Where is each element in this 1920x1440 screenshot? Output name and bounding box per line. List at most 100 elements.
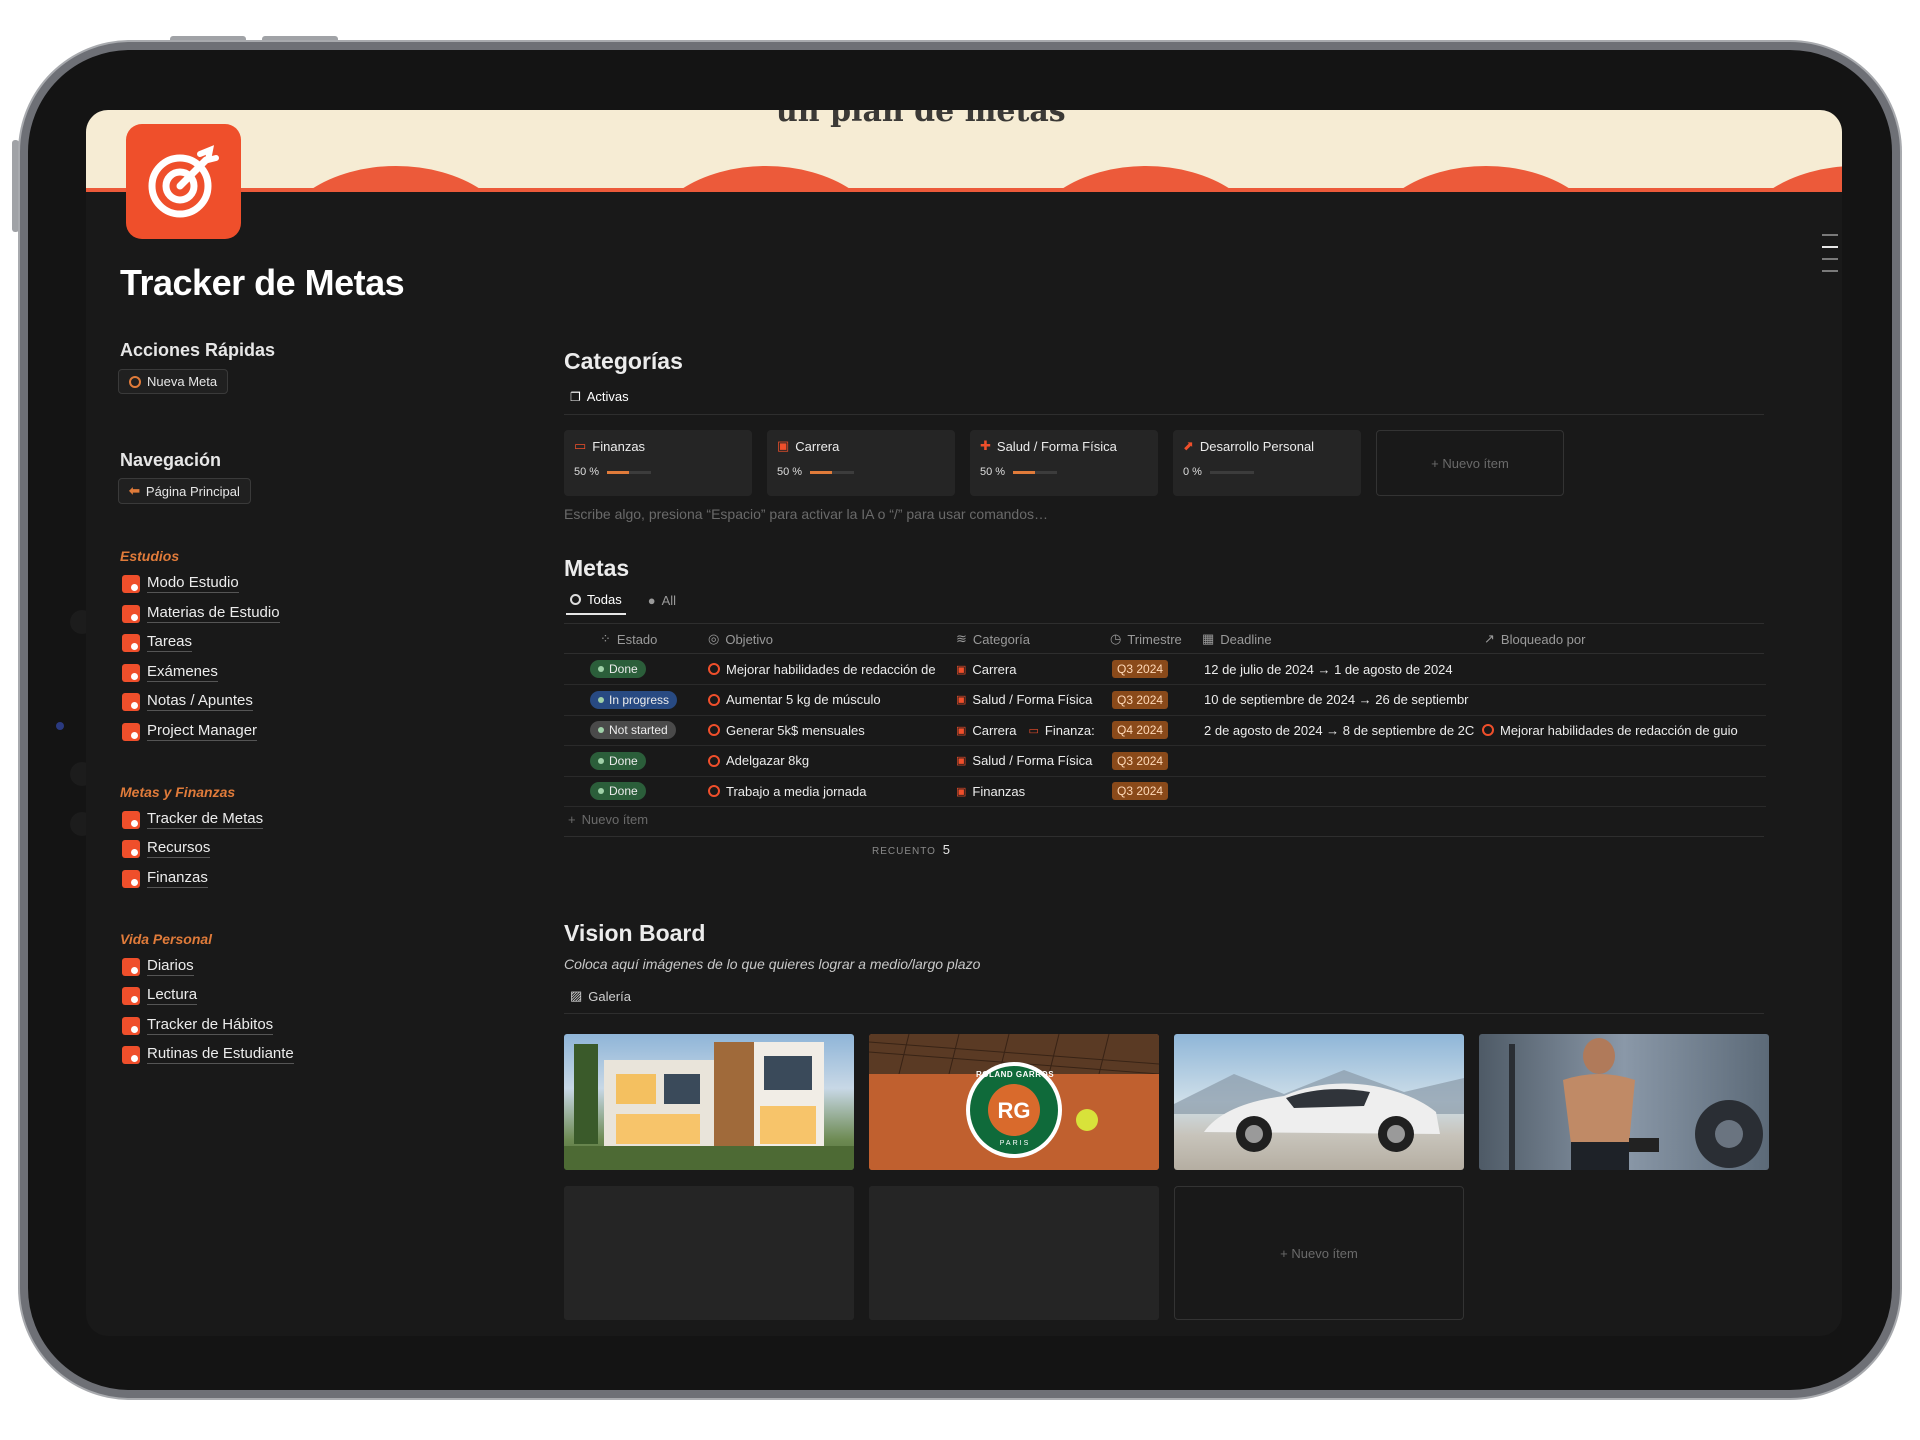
- status-cell[interactable]: In progress: [590, 685, 690, 715]
- page-icon: [122, 839, 140, 858]
- view-label: Todas: [587, 592, 622, 607]
- category-icon: ▣: [956, 694, 967, 706]
- column-header-deadline[interactable]: ▦ Deadline: [1202, 631, 1272, 647]
- view-tab-todas[interactable]: Todas: [566, 586, 626, 615]
- new-gallery-item-button[interactable]: + Nuevo ítem: [1174, 1186, 1464, 1320]
- blocked-by-cell[interactable]: [1482, 746, 1766, 776]
- nav-item-examenes[interactable]: Exámenes: [122, 663, 218, 682]
- wallet-icon: ▭: [1028, 724, 1039, 737]
- blocked-by-cell[interactable]: [1482, 776, 1766, 806]
- count-summary[interactable]: RECUENTO 5: [872, 842, 950, 857]
- plus-icon: +: [568, 812, 576, 827]
- status-cell[interactable]: Done: [590, 776, 690, 806]
- target-icon: [570, 594, 581, 605]
- nav-item-tracker-metas[interactable]: Tracker de Metas: [122, 810, 264, 829]
- table-row[interactable]: Done Adelgazar 8kg ▣ Salud / Forma Física Q3…: [564, 746, 1766, 777]
- target-logo-icon[interactable]: [126, 124, 241, 239]
- nav-item-habitos[interactable]: Tracker de Hábitos: [122, 1016, 274, 1035]
- category-card-salud[interactable]: ✚ Salud / Forma Física 50 %: [970, 430, 1158, 496]
- status-cell[interactable]: Not started: [590, 715, 690, 745]
- deadline-cell[interactable]: 12 de julio de 2024 → 1 de agosto de 202…: [1204, 654, 1478, 684]
- editor-hint[interactable]: Escribe algo, presiona “Espacio” para ac…: [564, 506, 1048, 522]
- deadline-cell[interactable]: 2 de agosto de 2024 → 8 de septiembre de…: [1204, 715, 1478, 745]
- fitness-image: [1509, 1038, 1763, 1170]
- column-header-objetivo[interactable]: ◎ Objetivo: [708, 631, 773, 647]
- nav-item-project-manager[interactable]: Project Manager: [122, 722, 258, 741]
- deadline-cell[interactable]: 10 de septiembre de 2024 → 26 de septiem…: [1204, 685, 1478, 715]
- blocked-by-cell[interactable]: [1482, 685, 1766, 715]
- quarter-cell[interactable]: Q4 2024: [1112, 715, 1192, 745]
- toc-line[interactable]: [1822, 234, 1838, 236]
- category-cell[interactable]: ▣ Carrera ▭ Finanza:: [956, 715, 1106, 745]
- category-icon: ▣: [956, 785, 967, 798]
- quarter-cell[interactable]: Q3 2024: [1112, 685, 1192, 715]
- category-cell[interactable]: ▣ Finanzas: [956, 776, 1106, 806]
- gallery-card-house[interactable]: [564, 1034, 854, 1170]
- toc-line[interactable]: [1822, 270, 1838, 272]
- blocked-by-cell[interactable]: Mejorar habilidades de redacción de guio: [1482, 715, 1766, 745]
- table-row[interactable]: Done Trabajo a media jornada ▣ Finanzas Q3 2…: [564, 776, 1766, 807]
- column-header-estado[interactable]: ⁘ Estado: [600, 631, 657, 647]
- quarter-cell[interactable]: Q3 2024: [1112, 654, 1192, 684]
- nav-item-diarios[interactable]: Diarios: [122, 957, 194, 976]
- new-category-button[interactable]: + Nuevo ítem: [1376, 430, 1564, 496]
- table-row[interactable]: Not started Generar 5k$ mensuales ▣ Carrera…: [564, 715, 1766, 746]
- nav-item-tareas[interactable]: Tareas: [122, 633, 193, 652]
- categorias-heading: Categorías: [564, 348, 683, 374]
- nav-item-lectura[interactable]: Lectura: [122, 986, 198, 1005]
- view-tab-galeria[interactable]: ▨ Galería: [566, 982, 635, 1010]
- navigation-heading: Navegación: [120, 450, 222, 470]
- gallery-card-fitness[interactable]: [1479, 1034, 1769, 1170]
- deadline-cell[interactable]: [1204, 746, 1478, 776]
- new-goal-button[interactable]: Nueva Meta: [118, 369, 229, 394]
- quarter-cell[interactable]: Q3 2024: [1112, 746, 1192, 776]
- category-card-finanzas[interactable]: ▭ Finanzas 50 %: [564, 430, 752, 496]
- objective-cell[interactable]: Aumentar 5 kg de músculo: [708, 685, 944, 715]
- deadline-label: 10 de septiembre de 2024 → 26 de septiem…: [1204, 692, 1469, 707]
- blocked-by-cell[interactable]: [1482, 654, 1766, 684]
- status-cell[interactable]: Done: [590, 746, 690, 776]
- cards-icon: ❐: [570, 389, 581, 404]
- column-header-trimestre[interactable]: ◷ Trimestre: [1110, 631, 1182, 647]
- category-icon: ▣: [956, 724, 967, 737]
- nav-item-notas[interactable]: Notas / Apuntes: [122, 692, 253, 711]
- toc-line[interactable]: [1822, 258, 1838, 260]
- objective-cell[interactable]: Generar 5k$ mensuales: [708, 715, 944, 745]
- table-row[interactable]: In progress Aumentar 5 kg de músculo ▣ Salu…: [564, 685, 1766, 716]
- nav-item-materias[interactable]: Materias de Estudio: [122, 604, 280, 623]
- deadline-cell[interactable]: [1204, 776, 1478, 806]
- status-badge: Done: [590, 782, 646, 800]
- view-tab-activas[interactable]: ❐ Activas: [566, 383, 633, 410]
- divider: [564, 1013, 1764, 1014]
- home-page-button[interactable]: ⬅ Página Principal: [118, 478, 251, 504]
- nav-item-modo-estudio[interactable]: Modo Estudio: [122, 574, 239, 593]
- category-card-carrera[interactable]: ▣ Carrera 50 %: [767, 430, 955, 496]
- category-cell[interactable]: ▣ Carrera: [956, 654, 1106, 684]
- toc-line[interactable]: [1822, 246, 1838, 248]
- view-tab-all[interactable]: ● All: [644, 587, 680, 614]
- table-row[interactable]: Done Mejorar habilidades de redacción de ▣…: [564, 654, 1766, 685]
- category-card-desarrollo[interactable]: ⬈ Desarrollo Personal 0 %: [1173, 430, 1361, 496]
- gallery-card-empty[interactable]: [564, 1186, 854, 1320]
- gallery-card-empty[interactable]: [869, 1186, 1159, 1320]
- nav-item-rutinas[interactable]: Rutinas de Estudiante: [122, 1045, 294, 1064]
- objective-cell[interactable]: Adelgazar 8kg: [708, 746, 944, 776]
- column-header-categoria[interactable]: ≋ Categoría: [956, 631, 1030, 647]
- objective-cell[interactable]: Trabajo a media jornada: [708, 776, 944, 806]
- gallery-card-roland-garros[interactable]: RG ROLAND GARROS PARIS: [869, 1034, 1159, 1170]
- page-icon: [122, 1045, 140, 1064]
- status-cell[interactable]: Done: [590, 654, 690, 684]
- nav-item-recursos[interactable]: Recursos: [122, 839, 211, 858]
- nav-item-finanzas[interactable]: Finanzas: [122, 869, 208, 888]
- metas-heading: Metas: [564, 555, 630, 581]
- objective-cell[interactable]: Mejorar habilidades de redacción de: [708, 654, 944, 684]
- quarter-cell[interactable]: Q3 2024: [1112, 776, 1192, 806]
- category-cell[interactable]: ▣ Salud / Forma Física: [956, 685, 1106, 715]
- gallery-card-car[interactable]: [1174, 1034, 1464, 1170]
- deadline-label: 2 de agosto de 2024 → 8 de septiembre de…: [1204, 722, 1475, 738]
- category-label: Carrera: [972, 722, 1017, 738]
- column-header-bloqueado[interactable]: ↗ Bloqueado por: [1484, 631, 1585, 647]
- new-goal-row-button[interactable]: + Nuevo ítem: [568, 812, 648, 827]
- category-cell[interactable]: ▣ Salud / Forma Física: [956, 746, 1106, 776]
- column-label: Bloqueado por: [1500, 631, 1586, 647]
